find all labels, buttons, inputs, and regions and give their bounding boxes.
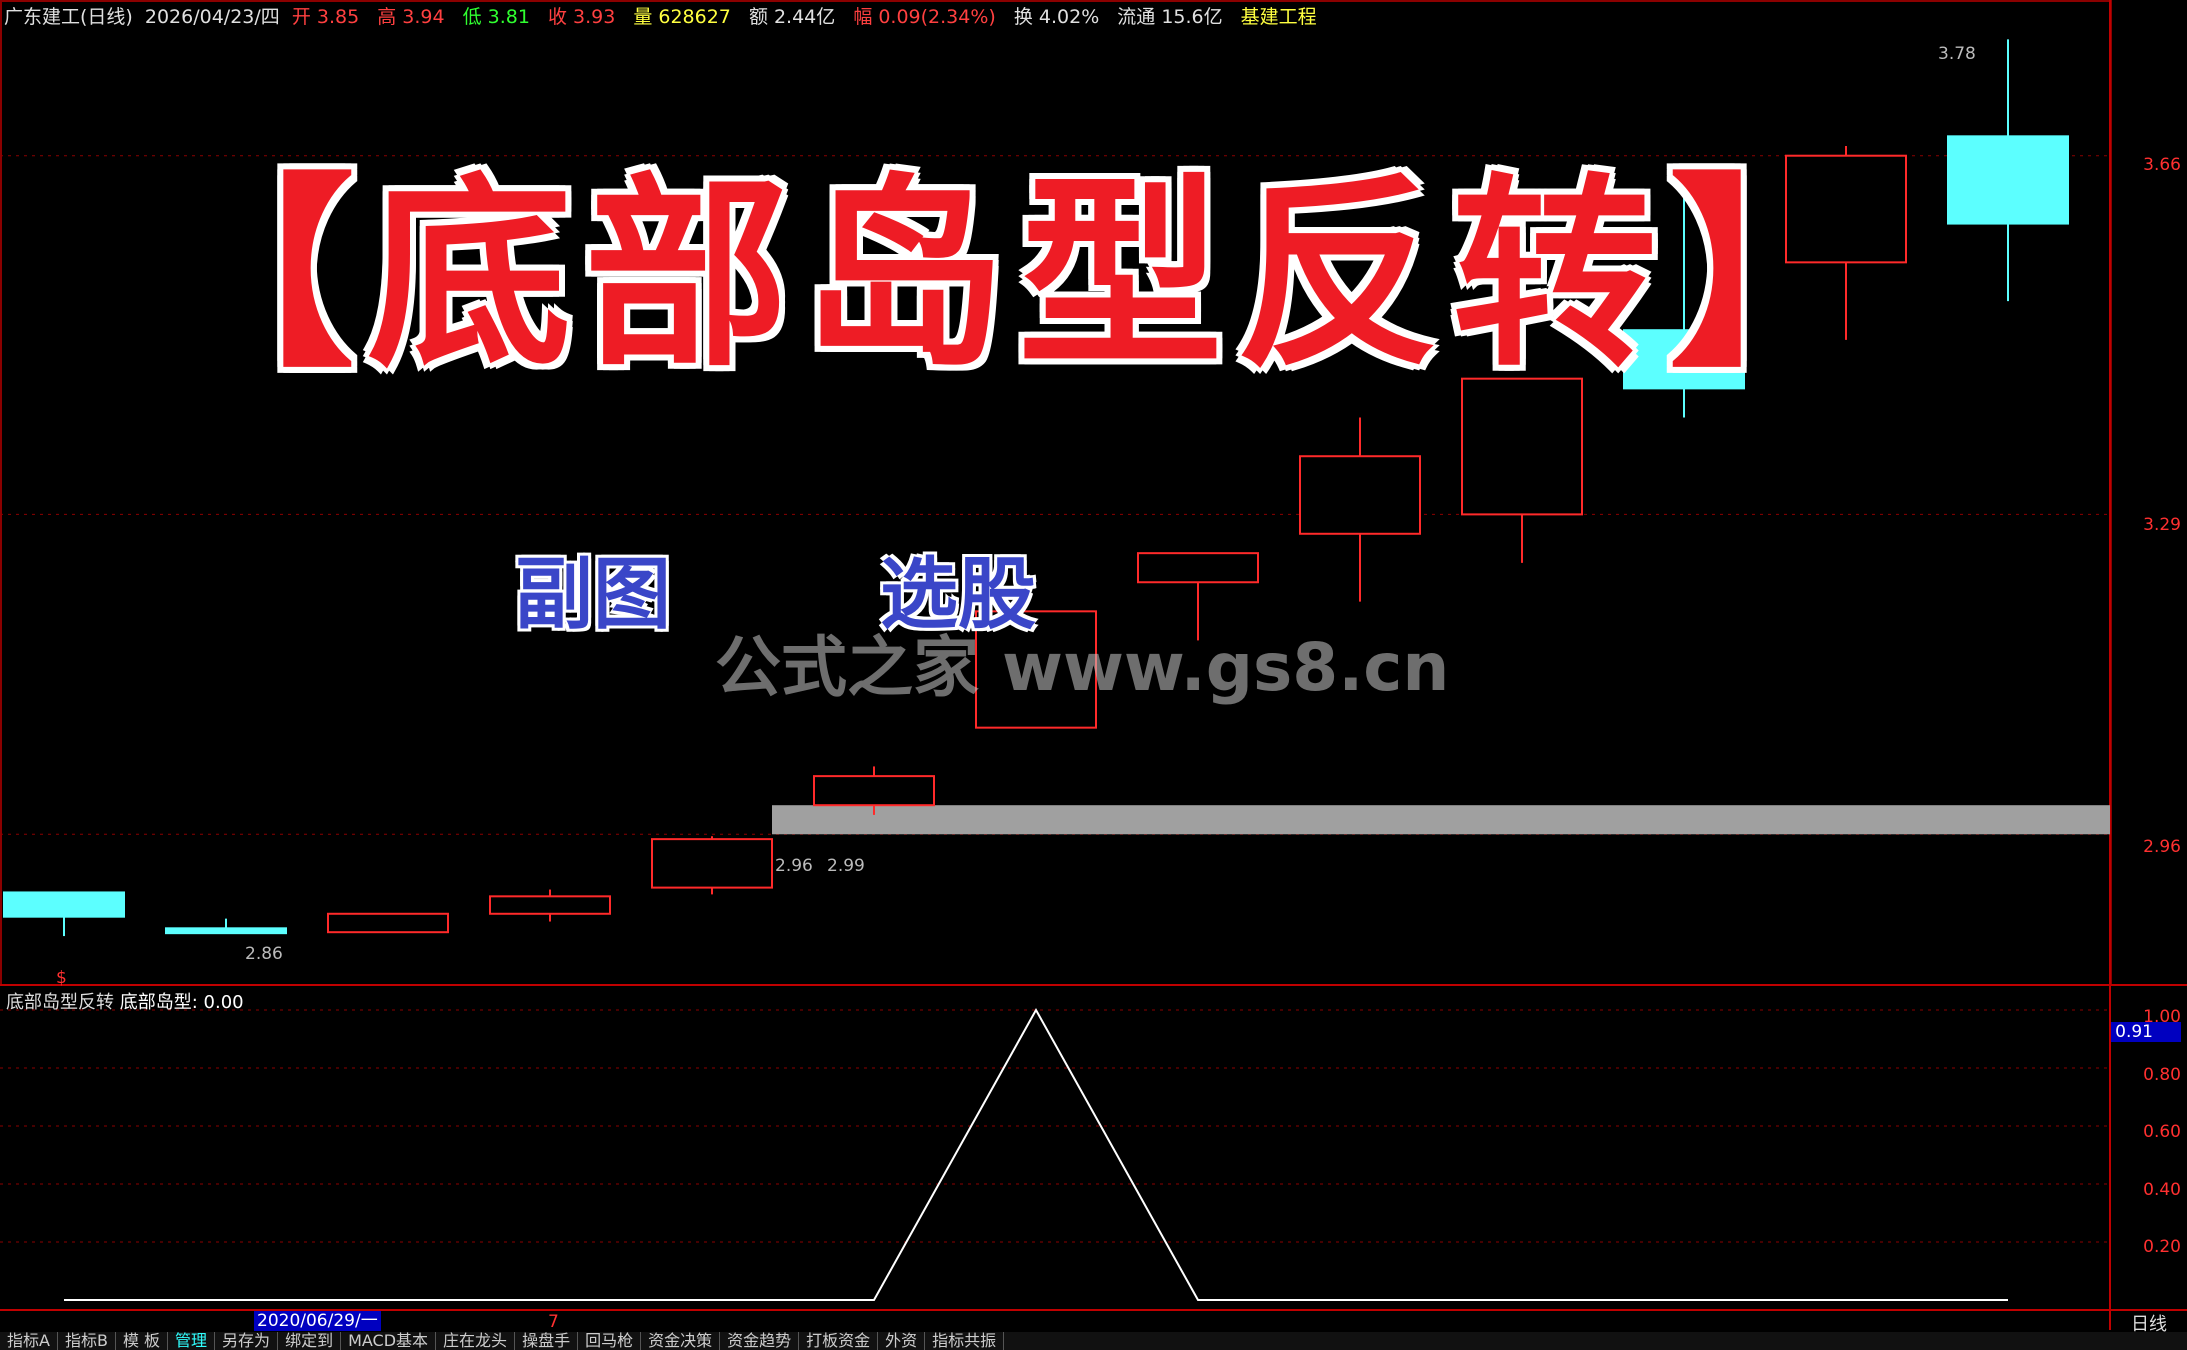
quote-header: 广东建工(日线) 2026/04/23/四 开 3.85 高 3.94 低 3.81 … xyxy=(4,0,1323,34)
indicator-tabs: 指标A 指标B 模 板管理 另存为 绑定到 MACD基本 庄在龙头 操盘手 回马枪 资金决策 资金趋… xyxy=(0,1332,2187,1350)
vol-label: 量 xyxy=(633,6,653,28)
candle-body-4 xyxy=(651,838,773,889)
ind-axis-2: 0.80 xyxy=(2143,1065,2181,1085)
amount-value: 2.44亿 xyxy=(773,6,836,28)
candle-body-7 xyxy=(1137,552,1259,584)
tab-1[interactable]: 指标B xyxy=(58,1332,116,1350)
ind-axis-4: 0.40 xyxy=(2143,1180,2181,1200)
ind-axis-5: 0.20 xyxy=(2143,1237,2181,1257)
turnover-value: 4.02% xyxy=(1038,6,1100,28)
indicator-name[interactable]: 底部岛型反转 xyxy=(6,992,114,1013)
gap-low-annotation: 2.96 xyxy=(775,856,813,876)
sector-tag[interactable]: 基建工程 xyxy=(1241,6,1317,28)
overlay-title: 【底部岛型反转】 xyxy=(150,155,1886,395)
indicator-field: 底部岛型: xyxy=(119,992,198,1013)
change-value: 0.09(2.34%) xyxy=(878,6,996,28)
close-label: 收 xyxy=(547,6,567,28)
high-annotation: 3.78 xyxy=(1938,44,1976,64)
tab-14[interactable]: 指标共振 xyxy=(925,1332,1005,1350)
candle-body-5 xyxy=(813,775,935,807)
tab-12[interactable]: 打板资金 xyxy=(799,1332,879,1350)
tab-2[interactable]: 模 板 xyxy=(116,1332,169,1350)
high-value: 3.94 xyxy=(402,6,445,28)
overlay-sub-chart: 副图 xyxy=(515,549,672,640)
vol-value: 628627 xyxy=(658,6,731,28)
low-value: 3.81 xyxy=(487,6,530,28)
float-value: 15.6亿 xyxy=(1161,6,1223,28)
low-label: 低 xyxy=(462,6,482,28)
tab-8[interactable]: 操盘手 xyxy=(515,1332,579,1350)
indicator-value: 0.00 xyxy=(203,992,244,1013)
gap-high-annotation: 2.99 xyxy=(827,856,865,876)
price-label-3: 2.96 xyxy=(2143,837,2181,857)
quote-date: 2026/04/23/四 xyxy=(144,6,280,28)
tab-3[interactable]: 管理 xyxy=(168,1332,216,1350)
open-value: 3.85 xyxy=(316,6,360,28)
tab-11[interactable]: 资金趋势 xyxy=(720,1332,800,1350)
tab-13[interactable]: 外资 xyxy=(878,1332,926,1350)
stock-name[interactable]: 广东建工(日线) xyxy=(4,6,133,28)
candle-body-0 xyxy=(3,891,125,918)
candle-body-2 xyxy=(327,912,449,934)
low-annotation: 2.86 xyxy=(245,944,283,964)
indicator-current-badge: 0.91 xyxy=(2111,1022,2181,1042)
indicator-line xyxy=(64,1007,2008,1301)
candle-body-8 xyxy=(1299,455,1421,535)
tab-0[interactable]: 指标A xyxy=(0,1332,58,1350)
price-label-2: 3.29 xyxy=(2143,515,2181,535)
bottom-marker: 7 xyxy=(548,1312,559,1332)
watermark: 公式之家 www.gs8.cn xyxy=(715,629,1450,706)
indicator-header[interactable]: 底部岛型反转 底部岛型: 0.00 xyxy=(6,988,244,1014)
float-label: 流通 xyxy=(1117,6,1156,28)
tab-6[interactable]: MACD基本 xyxy=(341,1332,437,1350)
main-frame xyxy=(0,0,2112,986)
change-label: 幅 xyxy=(853,6,873,28)
turnover-label: 换 xyxy=(1013,6,1033,28)
candle-body-12 xyxy=(1947,135,2069,225)
cursor-date: 2020/06/29/一 xyxy=(254,1311,381,1331)
gap-band xyxy=(772,805,2110,835)
candle-body-3 xyxy=(489,895,611,915)
open-label: 开 xyxy=(291,6,311,28)
signal-marker: $ xyxy=(56,968,67,988)
close-value: 3.93 xyxy=(572,6,616,28)
ind-axis-3: 0.60 xyxy=(2143,1122,2181,1142)
candle-body-1 xyxy=(165,927,287,935)
tab-7[interactable]: 庄在龙头 xyxy=(436,1332,516,1350)
price-label-1: 3.66 xyxy=(2143,155,2181,175)
high-label: 高 xyxy=(377,6,397,28)
tab-4[interactable]: 另存为 xyxy=(215,1332,279,1350)
candle-body-9 xyxy=(1461,377,1583,516)
tab-9[interactable]: 回马枪 xyxy=(578,1332,642,1350)
tab-10[interactable]: 资金决策 xyxy=(641,1332,721,1350)
tab-5[interactable]: 绑定到 xyxy=(278,1332,342,1350)
amount-label: 额 xyxy=(748,6,768,28)
